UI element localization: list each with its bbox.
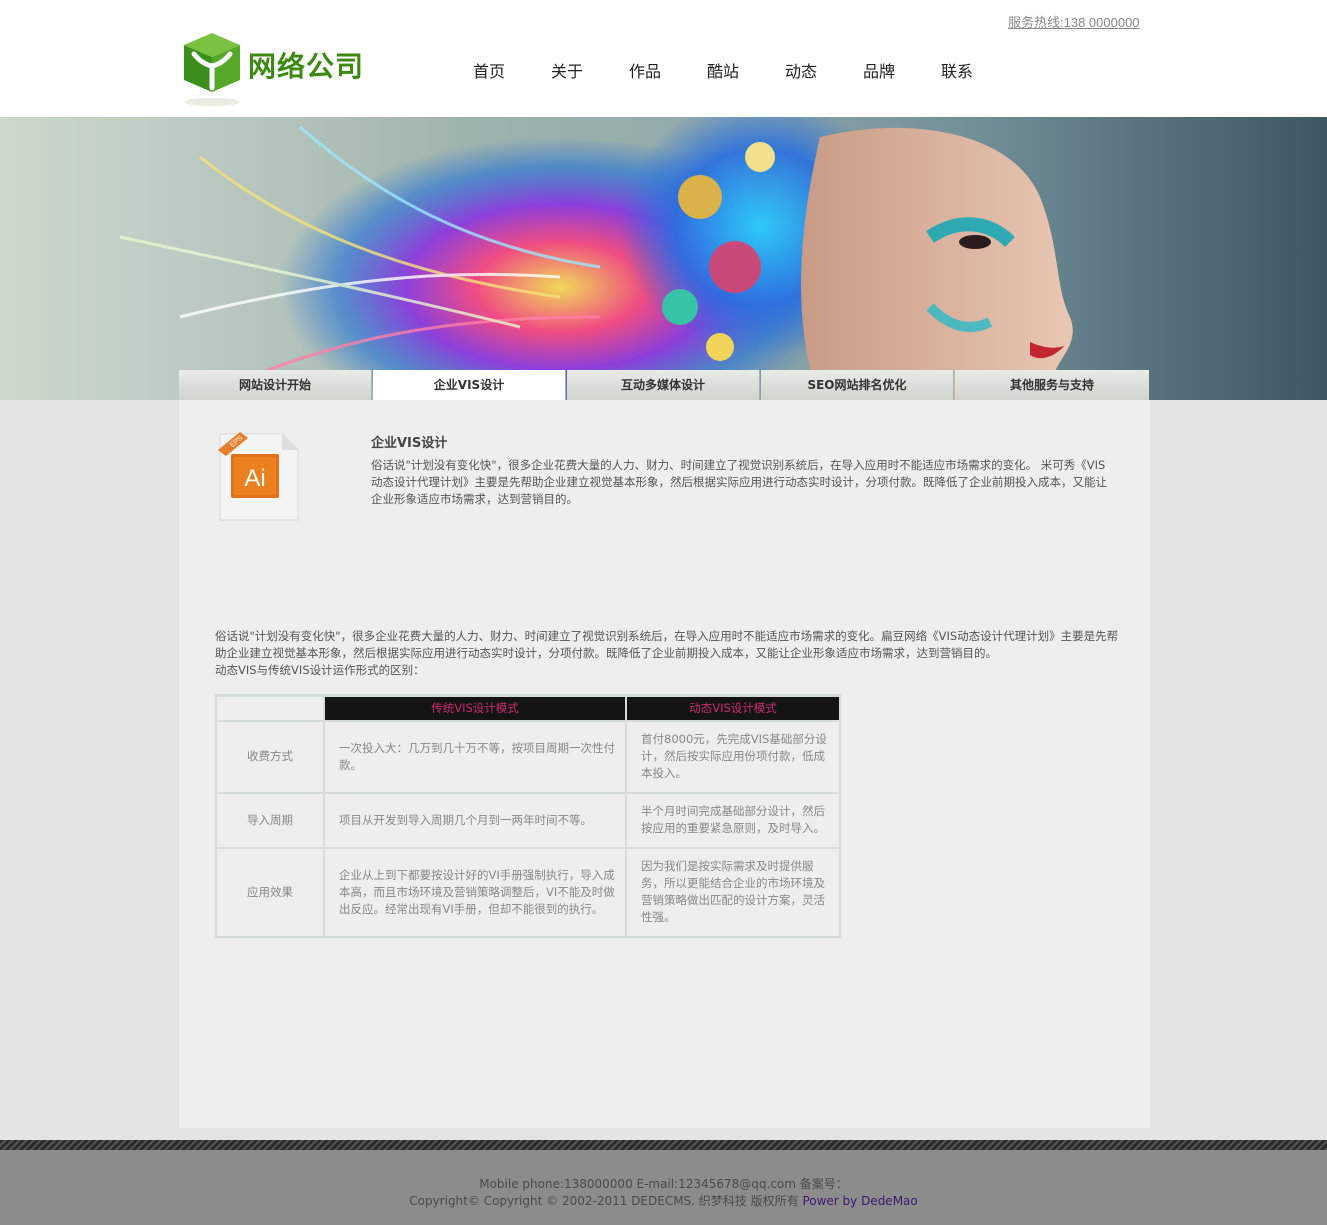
body-text: 俗话说"计划没有变化快"，很多企业花费大量的人力、财力、时间建立了视觉识别系统后… [215, 628, 1120, 679]
hero-banner [0, 117, 1327, 400]
footer-copyright: Copyright© Copyright © 2002-2011 DEDECMS… [0, 1192, 1327, 1209]
cell-dynamic: 因为我们是按实际需求及时提供服务，所以更能结合企业的市场环境及营销策略做出匹配的… [625, 846, 841, 938]
tab-other-services[interactable]: 其他服务与支持 [955, 370, 1149, 400]
cell-traditional: 企业从上到下都要按设计好的VI手册强制执行，导入成本高，而且市场环境及营销策略调… [323, 846, 627, 938]
service-hotline-link[interactable]: 服务热线:138 0000000 [1008, 12, 1140, 31]
table-header-dynamic: 动态VIS设计模式 [625, 694, 841, 722]
row-label: 收费方式 [215, 719, 325, 794]
table-caption: 动态VIS与传统VIS设计运作形式的区别： [215, 663, 425, 677]
tab-multimedia-design[interactable]: 互动多媒体设计 [567, 370, 760, 400]
row-label: 应用效果 [215, 846, 325, 938]
section-title: 企业VIS设计 [371, 436, 448, 451]
nav-item-home[interactable]: 首页 [450, 58, 528, 82]
table-header-traditional: 传统VIS设计模式 [323, 694, 627, 722]
nav-item-news[interactable]: 动态 [762, 58, 840, 82]
cell-dynamic: 半个月时间完成基础部分设计，然后按应用的重要紧急原则，及时导入。 [625, 791, 841, 849]
nav-item-works[interactable]: 作品 [606, 58, 684, 82]
nav-item-brand[interactable]: 品牌 [840, 58, 918, 82]
banner-artwork [119, 117, 1073, 400]
row-label: 导入周期 [215, 791, 325, 849]
nav-item-cool-sites[interactable]: 酷站 [684, 58, 762, 82]
table-header-row: 传统VIS设计模式 动态VIS设计模式 [215, 694, 841, 722]
table-row: 导入周期 项目从开发到导入周期几个月到一两年时间不等。 半个月时间完成基础部分设… [215, 791, 841, 849]
nav-item-contact[interactable]: 联系 [918, 58, 996, 82]
footer-contact: Mobile phone:138000000 E-mail:12345678@q… [479, 1177, 848, 1191]
footer-divider [0, 1140, 1327, 1150]
section-intro-text: 俗话说"计划没有变化快"，很多企业花费大量的人力、财力、时间建立了视觉识别系统后… [371, 458, 1107, 506]
table-row: 应用效果 企业从上到下都要按设计好的VI手册强制执行，导入成本高，而且市场环境及… [215, 846, 841, 938]
cell-dynamic: 首付8000元，先完成VIS基础部分设计，然后按实际应用份项付款，低成本投入。 [625, 719, 841, 794]
table-header-empty [215, 694, 325, 722]
service-tabs: 网站设计开始 企业VIS设计 互动多媒体设计 SEO网站排名优化 其他服务与支持 [179, 370, 1149, 400]
cell-traditional: 项目从开发到导入周期几个月到一两年时间不等。 [323, 791, 627, 849]
copyright-text: Copyright© Copyright © 2002-2011 DEDECMS… [409, 1194, 803, 1208]
tab-vis-design[interactable]: 企业VIS设计 [373, 370, 566, 400]
logo-text[interactable]: 网络公司 [248, 45, 364, 85]
table-row: 收费方式 一次投入大：几万到几十万不等，按项目周期一次性付款。 首付8000元，… [215, 719, 841, 794]
nav-item-about[interactable]: 关于 [528, 58, 606, 82]
illustrator-file-icon: Ai EPS [218, 432, 299, 521]
icon-ai-label: Ai [244, 465, 265, 492]
footer: Mobile phone:138000000 E-mail:12345678@q… [0, 1150, 1327, 1225]
header: 服务热线:138 0000000 网络公司 首页 关于 作品 酷站 动态 品牌 … [0, 0, 1327, 117]
body-paragraph: 俗话说"计划没有变化快"，很多企业花费大量的人力、财力、时间建立了视觉识别系统后… [215, 629, 1119, 660]
power-by-link[interactable]: Power by DedeMao [802, 1194, 917, 1208]
cell-traditional: 一次投入大：几万到几十万不等，按项目周期一次性付款。 [323, 719, 627, 794]
tab-website-design[interactable]: 网站设计开始 [179, 370, 372, 400]
tab-seo[interactable]: SEO网站排名优化 [761, 370, 954, 400]
main-content: Ai EPS 企业VIS设计 俗话说"计划没有变化快"，很多企业花费大量的人力、… [179, 400, 1150, 1128]
comparison-table: 传统VIS设计模式 动态VIS设计模式 收费方式 一次投入大：几万到几十万不等，… [215, 694, 841, 938]
